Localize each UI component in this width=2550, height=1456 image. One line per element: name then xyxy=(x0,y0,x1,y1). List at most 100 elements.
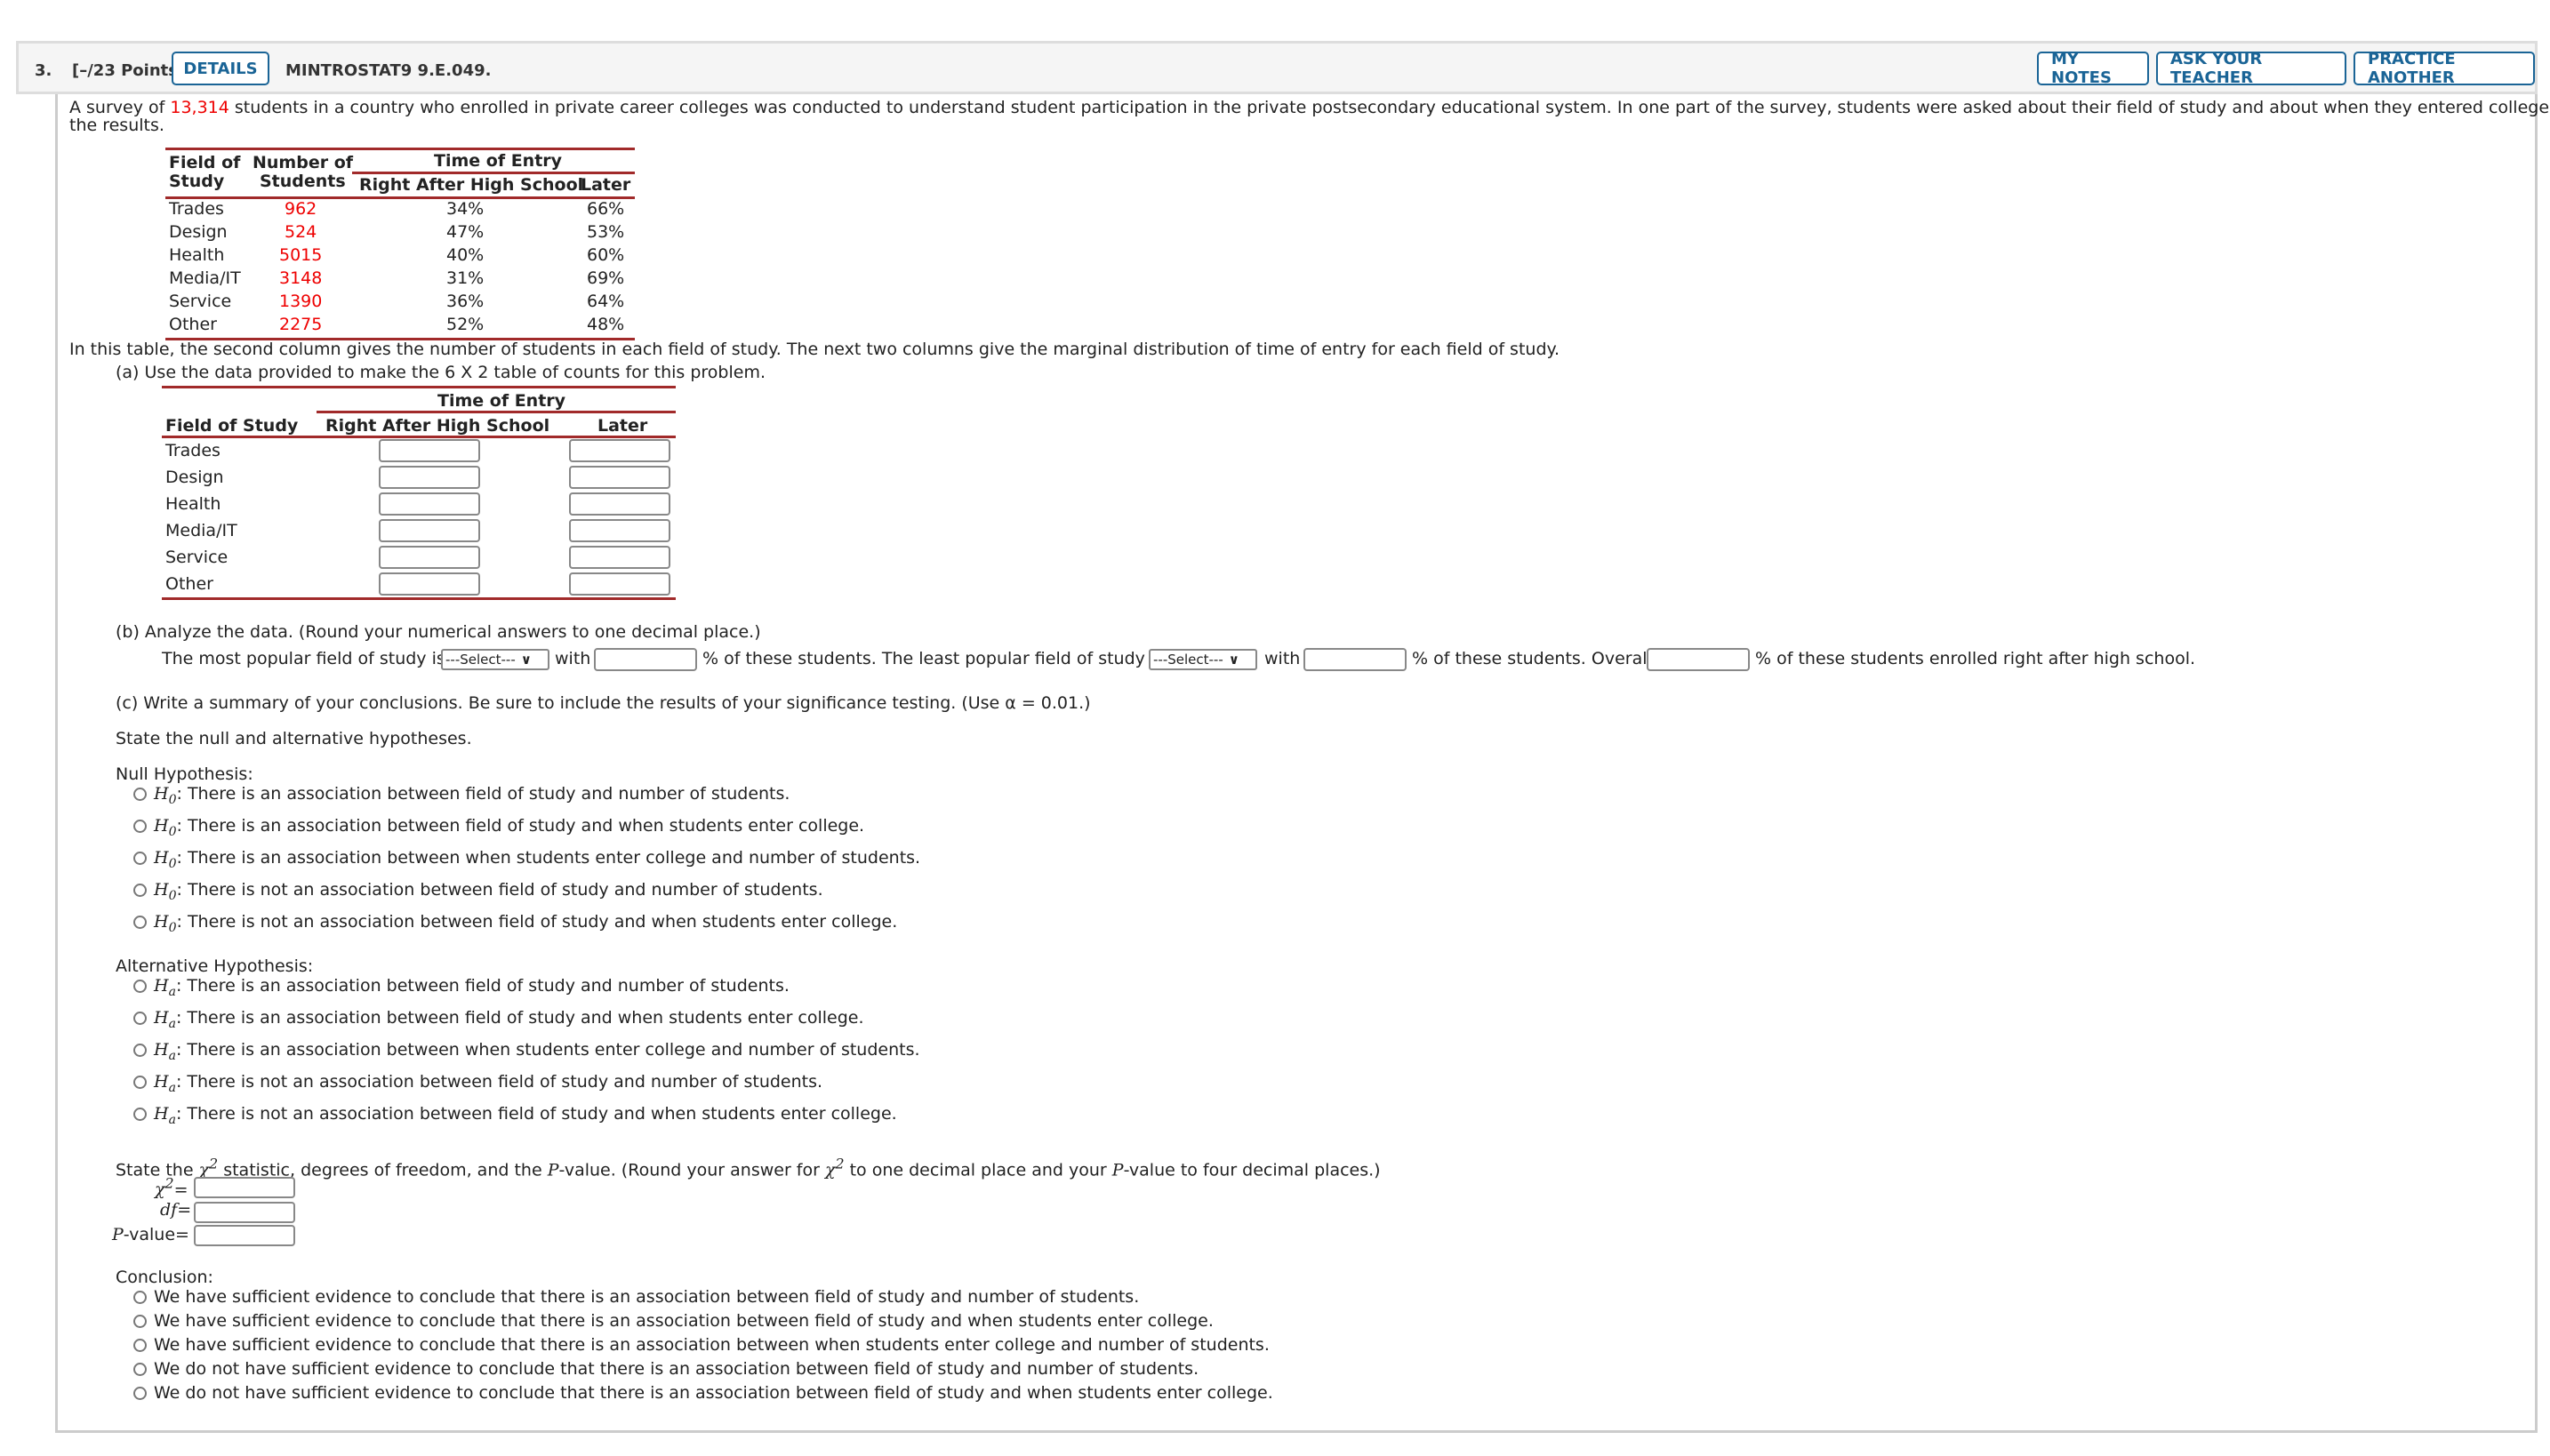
radio-button[interactable] xyxy=(133,1012,147,1025)
right-after-count-input[interactable] xyxy=(379,466,480,489)
stat-prompt-part: to one decimal place and your xyxy=(844,1160,1112,1180)
option-text: We do not have sufficient evidence to co… xyxy=(154,1383,1273,1403)
intro-text: A survey of 13,314 students in a country… xyxy=(69,98,2550,117)
conclusion-option[interactable]: We have sufficient evidence to conclude … xyxy=(133,1311,1214,1331)
radio-button[interactable] xyxy=(133,788,147,801)
header-num-1: Number of xyxy=(253,153,354,172)
field-cell: Other xyxy=(169,315,217,334)
hypothesis-symbol: Ha xyxy=(154,1104,176,1127)
hypothesis-option[interactable]: Ha: There is not an association between … xyxy=(133,1104,897,1127)
radio-button[interactable] xyxy=(133,1291,147,1304)
right-after-count-input[interactable] xyxy=(379,546,480,569)
later-count-input[interactable] xyxy=(569,439,670,462)
chi-square-input[interactable] xyxy=(194,1177,295,1198)
details-button[interactable]: DETAILS xyxy=(172,52,269,85)
radio-button[interactable] xyxy=(133,1315,147,1328)
table-rule xyxy=(165,148,635,150)
radio-button[interactable] xyxy=(133,980,147,993)
later-cell: 53% xyxy=(587,222,625,242)
count-cell: 1390 xyxy=(279,292,323,311)
option-text: There is an association between field of… xyxy=(187,816,865,836)
hypothesis-option[interactable]: H0: There is an association between fiel… xyxy=(133,784,790,807)
right-after-count-input[interactable] xyxy=(379,492,480,516)
least-popular-percent-input[interactable] xyxy=(1303,648,1407,671)
right-after-cell: 34% xyxy=(446,199,485,219)
conclusion-option[interactable]: We do not have sufficient evidence to co… xyxy=(133,1383,1273,1403)
hypothesis-option[interactable]: Ha: There is an association between when… xyxy=(133,1040,920,1063)
least-popular-select[interactable]: ---Select--- ∨ xyxy=(1149,649,1257,670)
hypothesis-option[interactable]: H0: There is an association between fiel… xyxy=(133,816,864,839)
hypothesis-option[interactable]: Ha: There is an association between fiel… xyxy=(133,976,790,999)
part-b-prompt: (b) Analyze the data. (Round your numeri… xyxy=(116,622,761,642)
part-b-s4: % of these students enrolled right after… xyxy=(1755,649,2196,668)
conclusion-option[interactable]: We have sufficient evidence to conclude … xyxy=(133,1287,1139,1307)
header-field-of-study: Field of Study xyxy=(165,416,299,436)
count-cell: 524 xyxy=(285,222,317,242)
hypothesis-symbol: H0 xyxy=(154,912,177,935)
stat-prompt: State the χ2 statistic, degrees of freed… xyxy=(116,1156,1381,1180)
select-value: ---Select--- xyxy=(445,652,516,668)
field-cell: Trades xyxy=(169,199,224,219)
table-rule xyxy=(162,597,676,600)
later-count-input[interactable] xyxy=(569,466,670,489)
header-time-of-entry: Time of Entry xyxy=(434,151,563,171)
header-right-after: Right After High School xyxy=(359,175,584,195)
right-after-count-input[interactable] xyxy=(379,572,480,596)
hypothesis-option[interactable]: Ha: There is an association between fiel… xyxy=(133,1008,864,1031)
later-count-input[interactable] xyxy=(569,519,670,542)
practice-another-button[interactable]: PRACTICE ANOTHER xyxy=(2354,50,2535,87)
radio-button[interactable] xyxy=(133,1387,147,1400)
header-later: Later xyxy=(597,416,648,436)
later-cell: 64% xyxy=(587,292,625,311)
header-right-after: Right After High School xyxy=(325,416,550,436)
later-count-input[interactable] xyxy=(569,546,670,569)
hypothesis-option[interactable]: H0: There is not an association between … xyxy=(133,912,897,935)
later-count-input[interactable] xyxy=(569,572,670,596)
later-count-input[interactable] xyxy=(569,492,670,516)
chevron-down-icon: ∨ xyxy=(1228,652,1239,668)
most-popular-select[interactable]: ---Select--- ∨ xyxy=(441,649,549,670)
question-points: [–/23 Points] xyxy=(72,61,186,80)
p-value-input[interactable] xyxy=(194,1225,295,1246)
radio-button[interactable] xyxy=(133,820,147,833)
header-field-2: Study xyxy=(169,172,225,191)
p-symbol: P xyxy=(547,1160,559,1180)
conclusion-option[interactable]: We do not have sufficient evidence to co… xyxy=(133,1359,1199,1379)
radio-button[interactable] xyxy=(133,1044,147,1057)
alt-hypothesis-label: Alternative Hypothesis: xyxy=(116,956,314,976)
part-c-prompt: (c) Write a summary of your conclusions.… xyxy=(116,693,1091,713)
radio-button[interactable] xyxy=(133,1076,147,1089)
hypothesis-symbol: H0 xyxy=(154,816,177,839)
most-popular-percent-input[interactable] xyxy=(594,648,697,671)
intro-pre: A survey of xyxy=(69,98,171,117)
radio-button[interactable] xyxy=(133,1363,147,1376)
radio-button[interactable] xyxy=(133,884,147,897)
radio-button[interactable] xyxy=(133,916,147,929)
hypothesis-option[interactable]: H0: There is an association between when… xyxy=(133,848,920,871)
option-text: We do not have sufficient evidence to co… xyxy=(154,1359,1199,1379)
overall-percent-input[interactable] xyxy=(1647,648,1750,671)
hypothesis-symbol: H0 xyxy=(154,848,177,871)
stat-prompt-part: -value. (Round your answer for xyxy=(558,1160,825,1180)
hypothesis-option[interactable]: H0: There is not an association between … xyxy=(133,880,823,903)
radio-button[interactable] xyxy=(133,852,147,865)
my-notes-button[interactable]: MY NOTES xyxy=(2037,50,2149,87)
option-text: There is an association between field of… xyxy=(187,784,790,804)
radio-button[interactable] xyxy=(133,1339,147,1352)
conclusion-option[interactable]: We have sufficient evidence to conclude … xyxy=(133,1335,1270,1355)
right-after-count-input[interactable] xyxy=(379,519,480,542)
right-after-count-input[interactable] xyxy=(379,439,480,462)
hypothesis-symbol: H0 xyxy=(154,784,177,807)
question-code: MINTROSTAT9 9.E.049. xyxy=(285,61,492,80)
right-after-cell: 31% xyxy=(446,268,485,288)
header-later: Later xyxy=(581,175,631,195)
conclusion-label: Conclusion: xyxy=(116,1268,213,1287)
df-input[interactable] xyxy=(194,1202,295,1223)
later-cell: 60% xyxy=(587,245,625,265)
option-text: We have sufficient evidence to conclude … xyxy=(154,1335,1270,1355)
option-text: There is an association between when stu… xyxy=(187,848,921,868)
hypothesis-option[interactable]: Ha: There is not an association between … xyxy=(133,1072,822,1095)
ask-your-teacher-button[interactable]: ASK YOUR TEACHER xyxy=(2156,50,2346,87)
option-text: There is an association between field of… xyxy=(187,976,790,996)
radio-button[interactable] xyxy=(133,1108,147,1121)
